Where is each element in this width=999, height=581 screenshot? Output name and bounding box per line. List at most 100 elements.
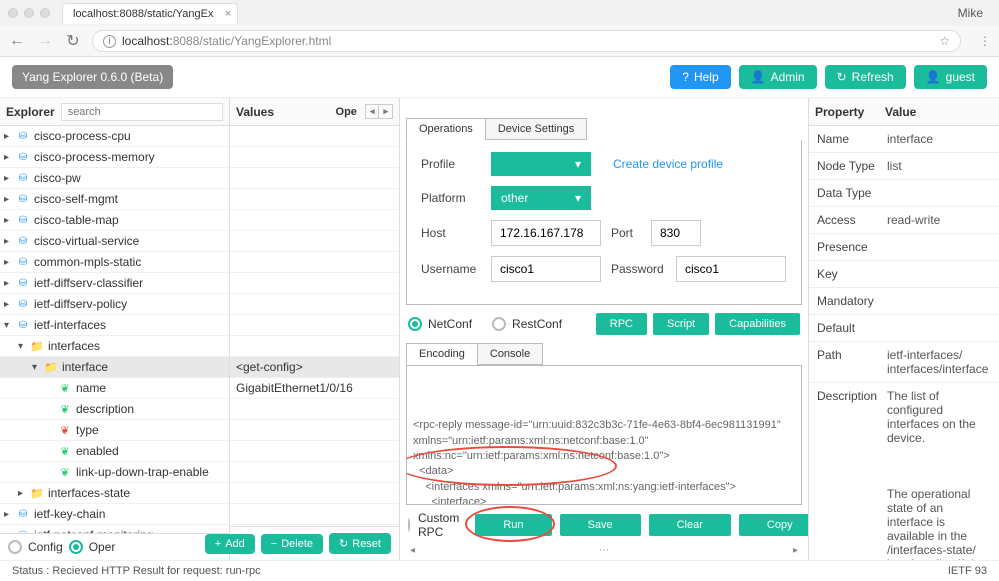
value-cell[interactable] [230,420,399,441]
guest-button[interactable]: 👤guest [914,65,987,89]
value-cell[interactable] [230,504,399,525]
window-controls[interactable] [8,8,50,18]
toggle-icon[interactable]: ▾ [18,341,28,352]
value-cell[interactable] [230,210,399,231]
capabilities-button[interactable]: Capabilities [715,313,800,335]
min-dot[interactable] [24,8,34,18]
toggle-icon[interactable]: ▸ [4,215,14,226]
restconf-radio[interactable] [492,317,506,331]
tree-row[interactable]: ❦type [0,420,229,441]
column-arrows[interactable]: ◂▸ [365,104,393,119]
tree-row[interactable]: ▸⛁ietf-netconf-monitoring [0,525,229,533]
close-dot[interactable] [8,8,18,18]
help-button[interactable]: ?Help [670,65,730,89]
clear-button[interactable]: Clear [649,514,731,536]
platform-select[interactable]: other▾ [491,186,591,210]
delete-button[interactable]: −Delete [261,534,323,554]
tree-row[interactable]: ❦description [0,399,229,420]
tab-operations[interactable]: Operations [406,118,486,140]
bookmark-icon[interactable]: ☆ [939,34,950,48]
menu-icon[interactable]: ⋮ [979,34,991,48]
tab-device-settings[interactable]: Device Settings [485,118,587,140]
reload-icon[interactable]: ↻ [64,31,82,51]
info-icon[interactable]: i [103,35,116,48]
toggle-icon[interactable]: ▸ [4,236,14,247]
script-button[interactable]: Script [653,313,709,335]
value-cell[interactable]: GigabitEthernet1/0/16 [230,378,399,399]
admin-button[interactable]: 👤Admin [739,65,817,89]
tab-close-icon[interactable]: × [225,8,231,20]
value-cell[interactable] [230,294,399,315]
value-cell[interactable] [230,252,399,273]
tree-row[interactable]: ❦enabled [0,441,229,462]
tree-row[interactable]: ▸📁interfaces-state [0,483,229,504]
tree-row[interactable]: ▸⛁cisco-process-memory [0,147,229,168]
toggle-icon[interactable]: ▸ [4,131,14,142]
tree-row[interactable]: ▾⛁ietf-interfaces [0,315,229,336]
value-cell[interactable] [230,168,399,189]
browser-tab[interactable]: localhost:8088/static/YangEx × [62,3,238,24]
url-input[interactable]: i localhost:8088/static/YangExplorer.htm… [92,30,961,52]
run-button[interactable]: Run [475,514,551,536]
config-radio[interactable] [8,540,22,554]
create-profile-link[interactable]: Create device profile [613,157,723,171]
custom-rpc-checkbox[interactable] [408,518,410,532]
value-cell[interactable] [230,483,399,504]
toggle-icon[interactable]: ▸ [4,299,14,310]
tree-row[interactable]: ▸⛁cisco-process-cpu [0,126,229,147]
profile-select[interactable]: ▾ [491,152,591,176]
value-cell[interactable] [230,315,399,336]
value-cell[interactable] [230,399,399,420]
max-dot[interactable] [40,8,50,18]
tree-row[interactable]: ▸⛁cisco-table-map [0,210,229,231]
save-button[interactable]: Save [560,514,641,536]
minus-icon: − [271,538,277,550]
search-input[interactable] [61,103,223,121]
toggle-icon[interactable]: ▾ [32,362,42,373]
tree-row[interactable]: ▸⛁ietf-diffserv-classifier [0,273,229,294]
toggle-icon[interactable]: ▸ [4,152,14,163]
value-cell[interactable] [230,126,399,147]
toggle-icon[interactable]: ▸ [4,194,14,205]
toggle-icon[interactable]: ▾ [4,320,14,331]
tree-row[interactable]: ❦link-up-down-trap-enable [0,462,229,483]
tab-encoding[interactable]: Encoding [406,343,478,365]
value-cell[interactable] [230,336,399,357]
password-input[interactable] [676,256,786,282]
tree-row[interactable]: ▸⛁ietf-diffserv-policy [0,294,229,315]
toggle-icon[interactable]: ▸ [4,257,14,268]
back-icon[interactable]: ← [8,32,26,50]
tree-row[interactable]: ❦name [0,378,229,399]
tree-row[interactable]: ▸⛁cisco-virtual-service [0,231,229,252]
value-cell[interactable] [230,189,399,210]
console-output[interactable]: <rpc-reply message-id="urn:uuid:832c3b3c… [406,365,802,505]
tree-row[interactable]: ▾📁interface [0,357,229,378]
tree-row[interactable]: ▸⛁ietf-key-chain [0,504,229,525]
module-tree[interactable]: ▸⛁cisco-process-cpu▸⛁cisco-process-memor… [0,126,229,533]
value-cell[interactable] [230,231,399,252]
toggle-icon[interactable]: ▸ [4,509,14,520]
netconf-radio[interactable] [408,317,422,331]
copy-button[interactable]: Copy [739,514,808,536]
toggle-icon[interactable]: ▸ [4,278,14,289]
username-input[interactable] [491,256,601,282]
value-cell[interactable] [230,462,399,483]
refresh-button[interactable]: ↻Refresh [825,65,906,89]
tree-row[interactable]: ▾📁interfaces [0,336,229,357]
port-input[interactable] [651,220,701,246]
tree-row[interactable]: ▸⛁common-mpls-static [0,252,229,273]
tab-console[interactable]: Console [477,343,543,365]
toggle-icon[interactable]: ▸ [18,488,28,499]
tree-row[interactable]: ▸⛁cisco-pw [0,168,229,189]
host-input[interactable] [491,220,601,246]
value-cell[interactable]: <get-config> [230,357,399,378]
reset-button[interactable]: ↻Reset [329,533,391,554]
add-button[interactable]: +Add [205,534,255,554]
value-cell[interactable] [230,147,399,168]
toggle-icon[interactable]: ▸ [4,173,14,184]
oper-radio[interactable] [69,540,83,554]
tree-row[interactable]: ▸⛁cisco-self-mgmt [0,189,229,210]
value-cell[interactable] [230,273,399,294]
value-cell[interactable] [230,441,399,462]
rpc-button[interactable]: RPC [596,313,647,335]
